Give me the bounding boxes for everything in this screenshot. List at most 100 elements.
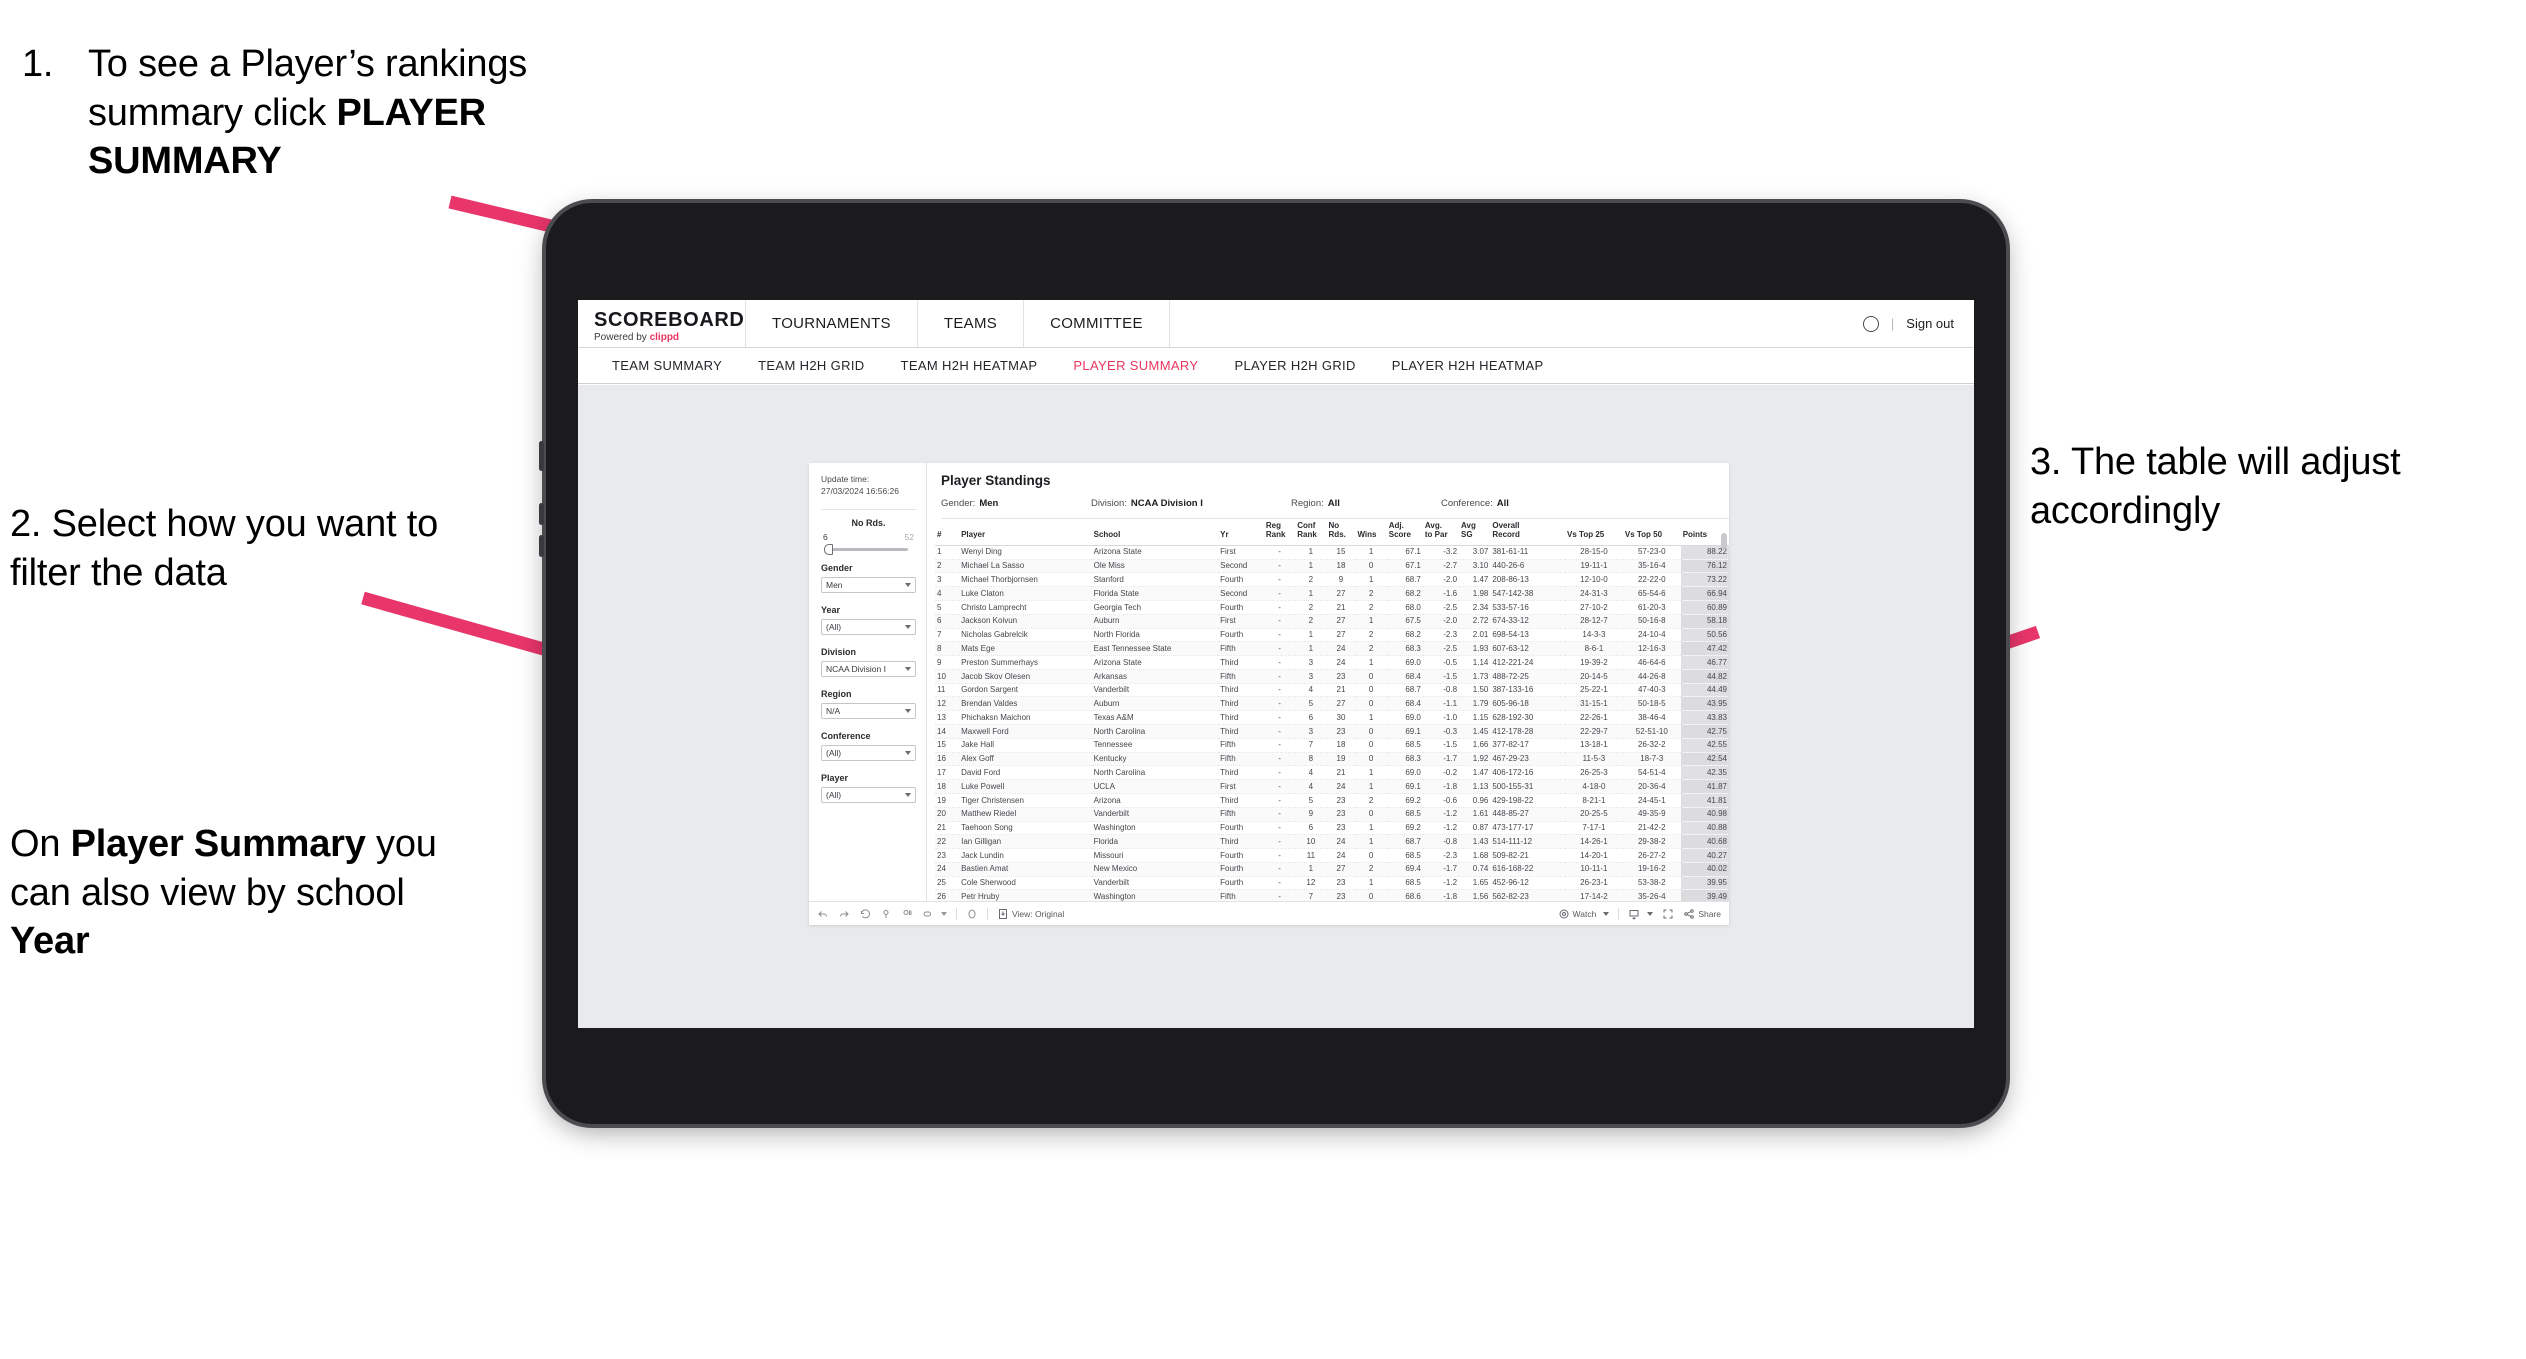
cell-reg-rank: - bbox=[1263, 848, 1296, 863]
filter-gender-select[interactable]: Men bbox=[821, 576, 916, 593]
cell-yr: Third bbox=[1218, 683, 1264, 698]
column-header-school[interactable]: School bbox=[1091, 519, 1219, 546]
cell-overall-record: 488-72-25 bbox=[1490, 669, 1566, 684]
cell-vs-top-25: 24-31-3 bbox=[1565, 586, 1623, 601]
download-icon[interactable] bbox=[1628, 908, 1654, 920]
table-row[interactable]: 6 Jackson Koivun Auburn First -2 27 1 67.5 -2.0 2… bbox=[935, 614, 1729, 629]
table-row[interactable]: 19 Tiger Christensen Arizona Third -5 23 2 69.2… bbox=[935, 793, 1729, 808]
table-row[interactable]: 13 Phichaksn Maichon Texas A&M Third -6 30 1 69… bbox=[935, 710, 1729, 726]
column-header-[interactable]: # bbox=[935, 519, 960, 546]
subnav-item-team-summary[interactable]: TEAM SUMMARY bbox=[594, 348, 740, 383]
table-row[interactable]: 15 Jake Hall Tennessee Fifth -7 18 0 68.5 -1.5 1.… bbox=[935, 738, 1729, 753]
user-account-icon[interactable] bbox=[1862, 315, 1879, 332]
annotation-step-1-number: 1. bbox=[22, 43, 54, 85]
revert-icon[interactable] bbox=[859, 908, 871, 920]
cell-avg-to-par: -1.6 bbox=[1422, 586, 1460, 601]
topnav-item-tournaments[interactable]: TOURNAMENTS bbox=[746, 300, 918, 347]
table-row[interactable]: 25 Cole Sherwood Vanderbilt Fourth -12 23 1 68.… bbox=[935, 876, 1729, 891]
fullscreen-icon[interactable] bbox=[1662, 908, 1674, 920]
column-header-vs-top-50[interactable]: Vs Top 50 bbox=[1622, 519, 1681, 546]
cell-yr: Second bbox=[1218, 559, 1264, 574]
cell-vs-top-50: 18-7-3 bbox=[1622, 752, 1681, 767]
column-header-avg-to-par[interactable]: Avg. to Par bbox=[1422, 519, 1460, 546]
table-row[interactable]: 9 Preston Summerhays Arizona State Third -3 2… bbox=[935, 655, 1729, 670]
filter-conference-select[interactable]: (All) bbox=[821, 744, 916, 761]
subnav-item-team-h2h-heatmap[interactable]: TEAM H2H HEATMAP bbox=[883, 348, 1056, 383]
table-row[interactable]: 14 Maxwell Ford North Carolina Third -3 23 0 69… bbox=[935, 724, 1729, 739]
table-scrollbar[interactable] bbox=[1721, 533, 1727, 899]
column-header-adj-score[interactable]: Adj. Score bbox=[1386, 519, 1423, 546]
column-header-overall-record[interactable]: Overall Record bbox=[1490, 519, 1566, 546]
view-original-button[interactable]: View: Original bbox=[997, 908, 1064, 920]
cell-reg-rank: - bbox=[1263, 628, 1296, 643]
column-header-player[interactable]: Player bbox=[959, 519, 1092, 546]
undo-dropdown-icon[interactable] bbox=[922, 908, 947, 920]
subnav-item-player-h2h-grid[interactable]: PLAYER H2H GRID bbox=[1216, 348, 1373, 383]
table-row[interactable]: 7 Nicholas Gabrelcik North Florida Fourth -1… bbox=[935, 628, 1729, 643]
table-row[interactable]: 10 Jacob Skov Olesen Arkansas Fifth -3 23 0 68.… bbox=[935, 669, 1729, 684]
table-row[interactable]: 5 Christo Lamprecht Georgia Tech Fourth -2 21… bbox=[935, 600, 1729, 615]
column-header-avg-sg[interactable]: Avg SG bbox=[1459, 519, 1491, 546]
table-row[interactable]: 3 Michael Thorbjornsen Stanford Fourth -2 9 1 6… bbox=[935, 572, 1729, 588]
table-row[interactable]: 22 Ian Gilligan Florida Third -10 24 1 68.7 -0.8… bbox=[935, 834, 1729, 850]
refresh-icon[interactable] bbox=[880, 908, 892, 920]
table-row[interactable]: 24 Bastien Amat New Mexico Fourth -1 27 2 69.4-… bbox=[935, 862, 1729, 877]
filter-year-select[interactable]: (All) bbox=[821, 618, 916, 635]
column-header-conf-rank[interactable]: Conf Rank bbox=[1295, 519, 1327, 546]
watch-button[interactable]: Watch bbox=[1558, 908, 1610, 920]
topnav-item-teams[interactable]: TEAMS bbox=[918, 300, 1025, 347]
column-header-vs-top-25[interactable]: Vs Top 25 bbox=[1565, 519, 1623, 546]
cell-reg-rank: - bbox=[1263, 600, 1296, 615]
cell-: 5 bbox=[935, 600, 960, 615]
cell-overall-record: 533-57-16 bbox=[1490, 600, 1566, 615]
cell-wins: 1 bbox=[1355, 765, 1387, 781]
cell-overall-record: 607-63-12 bbox=[1490, 641, 1566, 657]
annotation-step-2: 2. Select how you want to filter the dat… bbox=[10, 500, 450, 597]
cell-wins: 0 bbox=[1355, 807, 1387, 822]
subnav-item-player-h2h-heatmap[interactable]: PLAYER H2H HEATMAP bbox=[1374, 348, 1562, 383]
subnav-item-team-h2h-grid[interactable]: TEAM H2H GRID bbox=[740, 348, 882, 383]
no-rounds-slider-track[interactable] bbox=[824, 543, 908, 555]
table-scrollbar-thumb[interactable] bbox=[1721, 533, 1727, 549]
table-row[interactable]: 18 Luke Powell UCLA First -4 24 1 69.1 -1.8 1.13 5… bbox=[935, 779, 1729, 794]
cell-school: Arizona bbox=[1091, 793, 1219, 808]
cell-vs-top-50: 52-51-10 bbox=[1622, 724, 1681, 739]
cell-adj-score: 68.3 bbox=[1386, 752, 1423, 767]
filter-player-select[interactable]: (All) bbox=[821, 786, 916, 803]
table-row[interactable]: 20 Matthew Riedel Vanderbilt Fifth -9 23 0 68.5… bbox=[935, 807, 1729, 822]
pause-auto-update-icon[interactable] bbox=[901, 908, 913, 920]
column-header-yr[interactable]: Yr bbox=[1218, 519, 1264, 546]
clock-icon[interactable] bbox=[966, 908, 978, 920]
column-header-reg-rank[interactable]: Reg Rank bbox=[1263, 519, 1296, 546]
no-rounds-slider-handle[interactable] bbox=[824, 543, 833, 555]
cell-yr: Fourth bbox=[1218, 600, 1264, 615]
table-row[interactable]: 16 Alex Goff Kentucky Fifth -8 19 0 68.3 -1.7 1.9… bbox=[935, 752, 1729, 767]
subnav-item-player-summary[interactable]: PLAYER SUMMARY bbox=[1055, 348, 1216, 383]
filter-region-select[interactable]: N/A bbox=[821, 702, 916, 719]
filter-division-select[interactable]: NCAA Division I bbox=[821, 660, 916, 677]
table-row[interactable]: 17 David Ford North Carolina Third -4 21 1 69.0… bbox=[935, 765, 1729, 781]
table-row[interactable]: 21 Taehoon Song Washington Fourth -6 23 1 69.2-… bbox=[935, 821, 1729, 836]
table-row[interactable]: 8 Mats Ege East Tennessee State Fifth -1 24 2 6… bbox=[935, 641, 1729, 657]
sign-out-link[interactable]: Sign out bbox=[1906, 316, 1954, 331]
column-header-wins[interactable]: Wins bbox=[1355, 519, 1387, 546]
cell-vs-top-50: 50-16-8 bbox=[1622, 614, 1681, 629]
table-row[interactable]: 11 Gordon Sargent Vanderbilt Third -4 21 0 68.7… bbox=[935, 683, 1729, 698]
table-row[interactable]: 2 Michael La Sasso Ole Miss Second -1 18 0 67.1… bbox=[935, 559, 1729, 574]
chevron-down-icon bbox=[905, 792, 911, 797]
topnav-item-committee[interactable]: COMMITTEE bbox=[1024, 300, 1170, 347]
summary-conference-label: Conference: bbox=[1441, 498, 1493, 509]
table-row[interactable]: 12 Brendan Valdes Auburn Third -5 27 0 68.4 -1.1… bbox=[935, 696, 1729, 712]
share-button[interactable]: Share bbox=[1683, 908, 1721, 920]
table-row[interactable]: 4 Luke Claton Florida State Second -1 27 2 68.2… bbox=[935, 586, 1729, 601]
standings-table-scroll[interactable]: # Player School Yr Reg Rank Conf Rank No Rds. Wins… bbox=[927, 519, 1729, 901]
table-row[interactable]: 26 Petr Hruby Washington Fifth -7 23 0 68.6 -1.8… bbox=[935, 889, 1729, 901]
table-row[interactable]: 1 Wenyi Ding Arizona State First -1 15 1 67.1 -3… bbox=[935, 545, 1729, 560]
undo-icon[interactable] bbox=[817, 908, 829, 920]
redo-icon[interactable] bbox=[838, 908, 850, 920]
column-header-no-rds[interactable]: No Rds. bbox=[1326, 519, 1356, 546]
cell-wins: 2 bbox=[1355, 862, 1387, 877]
table-row[interactable]: 23 Jack Lundin Missouri Fourth -11 24 0 68.5 -2.… bbox=[935, 848, 1729, 863]
cell-vs-top-25: 17-14-2 bbox=[1565, 889, 1623, 901]
cell-wins: 2 bbox=[1355, 641, 1387, 657]
